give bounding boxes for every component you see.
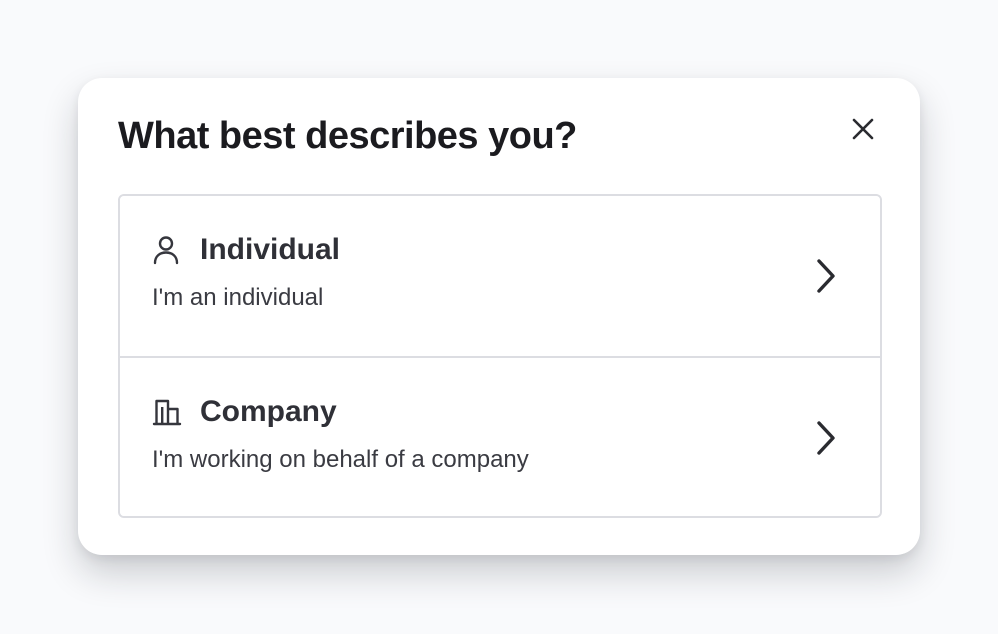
- option-header: Company: [152, 394, 337, 430]
- dialog-title: What best describes you?: [118, 115, 577, 157]
- option-description: I'm working on behalf of a company: [152, 446, 529, 473]
- option-title: Individual: [200, 233, 341, 266]
- option-description: I'm an individual: [152, 284, 324, 311]
- option-header: Individual: [152, 232, 340, 268]
- option-company[interactable]: Company I'm working on behalf of a compa…: [120, 356, 880, 516]
- close-icon: [852, 118, 874, 140]
- options-list: Individual I'm an individual Company I'm…: [118, 194, 882, 518]
- person-icon: [152, 234, 184, 266]
- chevron-right-icon: [812, 256, 840, 296]
- option-title: Company: [200, 395, 337, 428]
- option-individual[interactable]: Individual I'm an individual: [120, 196, 880, 356]
- account-type-dialog: What best describes you? Individual I'm …: [78, 78, 920, 555]
- chevron-right-icon: [812, 418, 840, 458]
- close-button[interactable]: [848, 114, 878, 144]
- building-icon: [152, 396, 184, 428]
